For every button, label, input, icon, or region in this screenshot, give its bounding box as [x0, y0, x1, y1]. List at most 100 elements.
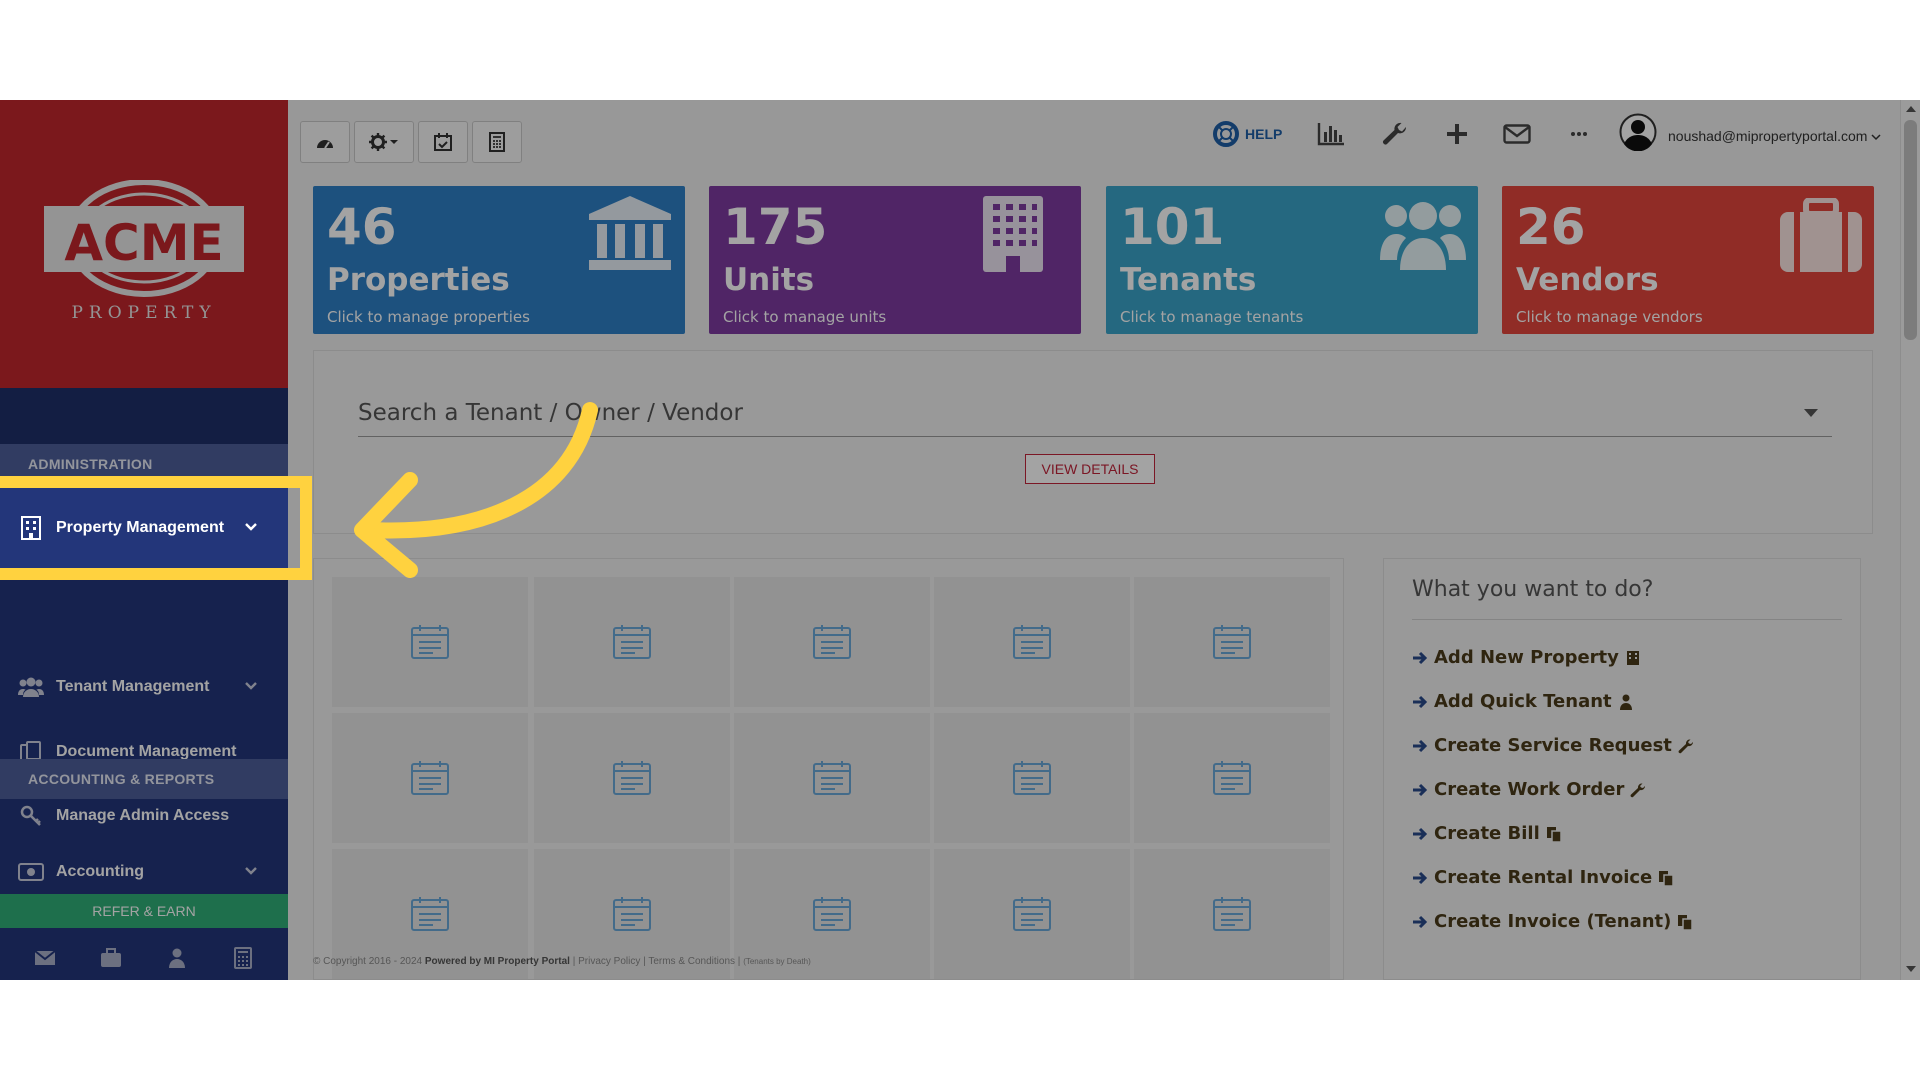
dashboard-button[interactable]	[300, 121, 350, 163]
calendar-icon	[410, 896, 450, 932]
user-icon	[1618, 694, 1634, 710]
card-subtitle: Click to manage tenants	[1120, 308, 1303, 326]
more-icon[interactable]	[1564, 116, 1594, 152]
calculator-button[interactable]	[472, 121, 522, 163]
card-subtitle: Click to manage properties	[327, 308, 530, 326]
svg-text:PROPERTY: PROPERTY	[71, 303, 216, 323]
gear-icon	[369, 133, 399, 151]
action-add-new-property[interactable]: Add New Property	[1412, 647, 1641, 668]
actions-title: What you want to do?	[1412, 577, 1653, 602]
lifebuoy-icon	[1213, 121, 1239, 147]
calendar-tile[interactable]	[332, 713, 528, 843]
key-icon	[18, 804, 44, 828]
search-input[interactable]	[358, 389, 1832, 437]
search-panel: VIEW DETAILS	[313, 350, 1873, 534]
calendar-tile[interactable]	[1134, 713, 1330, 843]
envelope-icon[interactable]	[33, 946, 57, 970]
briefcase-icon[interactable]	[99, 946, 123, 970]
calendar-tile[interactable]	[1134, 849, 1330, 979]
calculator-icon	[489, 132, 505, 152]
action-create-service-request[interactable]: Create Service Request	[1412, 735, 1694, 756]
person-icon[interactable]	[165, 946, 189, 970]
wrench-icon[interactable]	[1380, 116, 1410, 152]
calendar-tile[interactable]	[734, 713, 930, 843]
arrow-right-icon	[1412, 914, 1428, 930]
sidebar-item-label: Tenant Management	[56, 678, 210, 696]
user-email: noushad@mipropertyportal.com	[1668, 128, 1867, 144]
action-create-work-order[interactable]: Create Work Order	[1412, 779, 1646, 800]
view-details-button[interactable]: VIEW DETAILS	[1025, 454, 1155, 484]
calendar-button[interactable]	[418, 121, 468, 163]
action-create-invoice-tenant[interactable]: Create Invoice (Tenant)	[1412, 911, 1693, 932]
action-create-bill[interactable]: Create Bill	[1412, 823, 1562, 844]
sidebar-item-property-management[interactable]: Property Management	[0, 488, 288, 568]
chevron-down-icon	[242, 862, 260, 880]
card-tenants[interactable]: 101 Tenants Click to manage tenants	[1106, 186, 1478, 334]
calendar-icon	[1012, 760, 1052, 796]
calendar-icon	[1012, 624, 1052, 660]
calendar-tile[interactable]	[332, 577, 528, 707]
arrow-right-icon	[1412, 650, 1428, 666]
calendar-tile[interactable]	[934, 713, 1130, 843]
arrow-right-icon	[1412, 738, 1428, 754]
action-create-rental-invoice[interactable]: Create Rental Invoice	[1412, 867, 1674, 888]
action-label: Create Work Order	[1434, 779, 1624, 800]
calendar-tile[interactable]	[934, 577, 1130, 707]
calendar-icon	[812, 760, 852, 796]
calendar-tile[interactable]	[534, 577, 730, 707]
dashboard-icon	[315, 134, 335, 150]
bank-icon	[585, 194, 675, 274]
calendar-icon	[612, 896, 652, 932]
arrow-right-icon	[1412, 826, 1428, 842]
calculator-icon[interactable]	[231, 946, 255, 970]
building-icon	[1625, 650, 1641, 666]
sidebar-item-tenant-management[interactable]: Tenant Management	[0, 655, 288, 719]
avatar[interactable]	[1618, 114, 1658, 150]
action-label: Create Service Request	[1434, 735, 1672, 756]
card-units[interactable]: 175 Units Click to manage units	[709, 186, 1081, 334]
bar-chart-icon[interactable]	[1316, 116, 1346, 152]
scroll-up-icon[interactable]	[1906, 106, 1916, 112]
building-icon	[18, 516, 44, 540]
app-window: ACME PROPERTY ADMINISTRATION Tenant Mana…	[0, 100, 1920, 980]
acme-logo-icon: ACME PROPERTY	[40, 180, 248, 328]
calendar-icon	[1212, 624, 1252, 660]
users-icon	[1378, 194, 1468, 274]
footer-powered-link[interactable]: Powered by MI Property Portal	[425, 956, 570, 967]
wrench-icon	[1630, 782, 1646, 798]
calendar-tile[interactable]	[534, 713, 730, 843]
scroll-thumb[interactable]	[1904, 120, 1917, 340]
card-title: Vendors	[1516, 262, 1659, 298]
scroll-down-icon[interactable]	[1906, 966, 1916, 972]
calendar-tile[interactable]	[934, 849, 1130, 979]
card-vendors[interactable]: 26 Vendors Click to manage vendors	[1502, 186, 1874, 334]
plus-icon[interactable]	[1442, 116, 1472, 152]
help-button[interactable]: HELP	[1213, 116, 1282, 152]
calendar-tile[interactable]	[734, 577, 930, 707]
envelope-icon[interactable]	[1502, 116, 1532, 152]
building-icon	[973, 194, 1053, 274]
footer-terms-link[interactable]: Terms & Conditions	[648, 956, 735, 967]
card-title: Units	[723, 262, 814, 298]
quick-actions-panel: What you want to do? Add New Property Add…	[1383, 558, 1861, 980]
footer-copyright: © Copyright 2016 - 2024	[313, 956, 422, 967]
action-label: Add New Property	[1434, 647, 1619, 668]
action-label: Create Rental Invoice	[1434, 867, 1652, 888]
dropdown-caret-icon[interactable]	[1804, 409, 1818, 417]
arrow-right-icon	[1412, 782, 1428, 798]
calendar-icon	[410, 624, 450, 660]
footer-privacy-link[interactable]: Privacy Policy	[578, 956, 640, 967]
chevron-down-icon	[242, 677, 260, 695]
chevron-down-icon	[1871, 133, 1881, 141]
refer-earn-button[interactable]: REFER & EARN	[0, 894, 288, 928]
action-add-quick-tenant[interactable]: Add Quick Tenant	[1412, 691, 1634, 712]
copy-icon	[1677, 914, 1693, 930]
card-properties[interactable]: 46 Properties Click to manage properties	[313, 186, 685, 334]
scrollbar[interactable]	[1900, 100, 1920, 980]
calendar-tile[interactable]	[1134, 577, 1330, 707]
sidebar-item-label: Accounting	[56, 863, 144, 881]
wrench-icon	[1678, 738, 1694, 754]
user-menu[interactable]: noushad@mipropertyportal.com	[1668, 128, 1881, 144]
calendar-icon	[812, 624, 852, 660]
settings-dropdown-button[interactable]	[354, 121, 414, 163]
